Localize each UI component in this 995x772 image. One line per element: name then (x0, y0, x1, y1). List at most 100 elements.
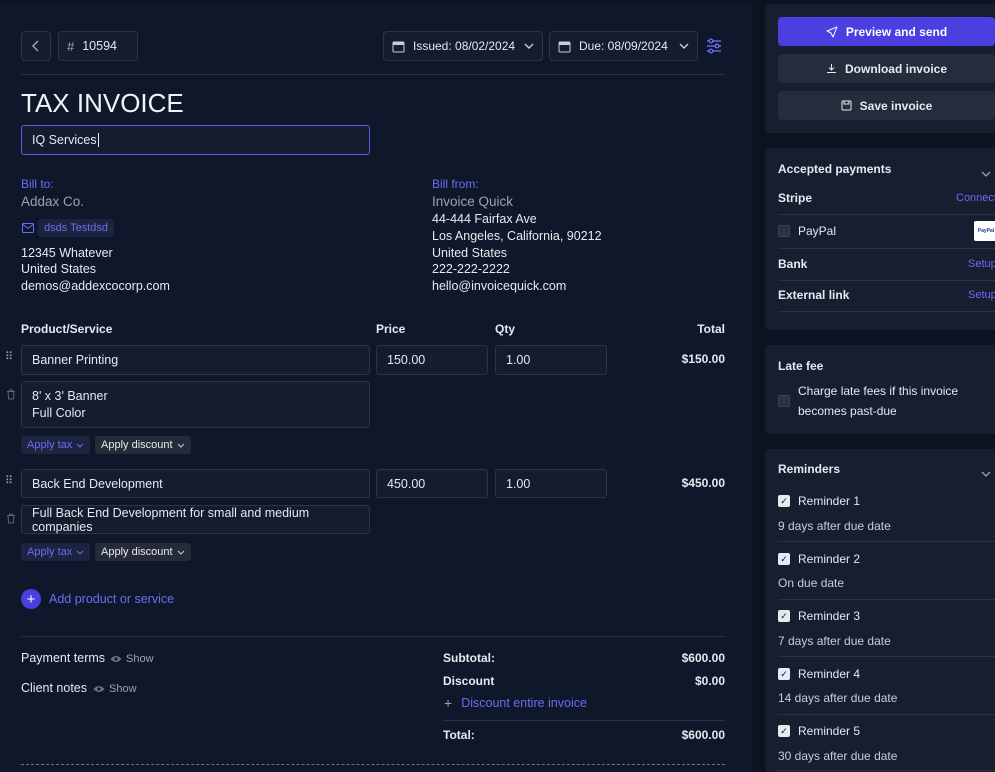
chevron-down-icon (76, 550, 84, 555)
item-total: $150.00 (681, 352, 725, 366)
item-qty-input[interactable]: 1.00 (495, 345, 607, 375)
reminder-when: 30 days after due date (778, 749, 898, 763)
hash-icon: # (67, 38, 75, 54)
bill-from-country: United States (432, 246, 508, 260)
client-notes-show-toggle[interactable]: Show (93, 683, 137, 695)
item-description-input[interactable]: 8' x 3' Banner Full Color (21, 381, 370, 428)
item-price-value: 150.00 (387, 353, 426, 367)
drag-handle-icon[interactable]: ⠿ (5, 474, 13, 487)
external-link-label: External link (778, 288, 850, 302)
col-qty: Qty (495, 322, 516, 336)
bill-to-name[interactable]: Addax Co. (21, 194, 84, 209)
late-fee-checkbox[interactable] (778, 395, 790, 407)
add-item-button[interactable]: + Add product or service (21, 589, 174, 609)
invoice-number: 10594 (82, 39, 117, 53)
payment-terms-show-toggle[interactable]: Show (110, 653, 154, 665)
calendar-icon (558, 41, 571, 52)
reminder-when: 9 days after due date (778, 519, 891, 533)
payments-divider (778, 214, 995, 215)
page-break-divider (21, 764, 725, 765)
add-item-label: Add product or service (49, 592, 175, 606)
bill-from-label: Bill from: (432, 177, 479, 191)
col-total: Total (697, 322, 725, 336)
discount-entire-invoice-link[interactable]: + Discount entire invoice (444, 696, 587, 710)
save-icon (841, 100, 852, 111)
external-setup-link[interactable]: Setup (968, 289, 995, 301)
bank-label: Bank (778, 257, 808, 271)
item-qty-value: 1.00 (506, 353, 531, 367)
issued-date-select[interactable]: Issued: 08/02/2024 (383, 31, 543, 61)
trash-icon[interactable] (6, 513, 16, 527)
item-qty-value: 1.00 (506, 476, 531, 491)
chevron-down-icon[interactable] (981, 166, 991, 180)
chevron-down-icon[interactable] (981, 466, 991, 480)
apply-tax-label: Apply tax (27, 546, 73, 558)
reminder-checkbox[interactable]: ✓ (778, 725, 790, 737)
payments-divider (778, 311, 995, 312)
preview-send-label: Preview and send (845, 24, 948, 39)
trash-icon[interactable] (6, 389, 16, 403)
item-price-input[interactable]: 150.00 (376, 345, 488, 375)
show-label: Show (126, 653, 154, 665)
settings-sliders-icon[interactable] (706, 38, 722, 57)
item-total: $450.00 (681, 476, 725, 490)
reminders-title[interactable]: Reminders (778, 462, 840, 476)
invoice-number-field[interactable]: # 10594 (58, 31, 138, 61)
plus-circle-icon: + (21, 589, 41, 609)
reminder-name: Reminder 5 (798, 724, 861, 738)
company-name-value: IQ Services (32, 133, 97, 147)
paypal-checkbox[interactable] (778, 225, 790, 237)
issued-date: Issued: 08/02/2024 (413, 39, 516, 53)
reminder-checkbox[interactable]: ✓ (778, 553, 790, 565)
apply-discount-button[interactable]: Apply discount (95, 436, 191, 454)
company-name-input[interactable]: IQ Services (21, 125, 370, 155)
reminder-checkbox[interactable]: ✓ (778, 495, 790, 507)
reminder-checkbox[interactable]: ✓ (778, 668, 790, 680)
reminder-divider (778, 714, 995, 715)
reminder-checkbox[interactable]: ✓ (778, 610, 790, 622)
footer-divider (21, 636, 725, 637)
chevron-down-icon (177, 443, 184, 448)
bill-from-address2: Los Angeles, California, 90212 (432, 229, 602, 243)
apply-discount-button[interactable]: Apply discount (95, 543, 191, 561)
total-value: $600.00 (681, 728, 725, 742)
apply-tax-button[interactable]: Apply tax (21, 436, 91, 454)
bank-setup-link[interactable]: Setup (968, 258, 995, 270)
download-invoice-button[interactable]: Download invoice (778, 54, 995, 83)
reminder-name: Reminder 4 (798, 667, 861, 681)
chevron-down-icon (177, 550, 184, 555)
eye-icon (110, 656, 122, 662)
apply-tax-label: Apply tax (27, 439, 73, 451)
item-price-input[interactable]: 450.00 (376, 469, 488, 498)
plus-icon: + (444, 695, 453, 711)
back-button[interactable] (21, 31, 51, 61)
item-description-line: 8' x 3' Banner (32, 388, 108, 403)
save-invoice-button[interactable]: Save invoice (778, 91, 995, 120)
item-price-value: 450.00 (387, 476, 426, 491)
paypal-logo: PayPal (974, 221, 995, 241)
preview-send-button[interactable]: Preview and send (778, 17, 995, 46)
item-name-input[interactable]: Back End Development (21, 469, 370, 498)
bill-to-country: United States (21, 262, 97, 276)
bill-from-name[interactable]: Invoice Quick (432, 194, 513, 209)
apply-tax-button[interactable]: Apply tax (21, 543, 91, 561)
late-fee-text-line: becomes past-due (798, 404, 897, 418)
invoice-title[interactable]: TAX INVOICE (21, 88, 184, 119)
payments-divider (778, 280, 995, 281)
due-date-select[interactable]: Due: 08/09/2024 (549, 31, 698, 61)
drag-handle-icon[interactable]: ⠿ (5, 350, 13, 363)
paypal-label: PayPal (798, 224, 837, 238)
bill-from-email: hello@invoicequick.com (432, 279, 567, 293)
item-qty-input[interactable]: 1.00 (495, 469, 607, 498)
item-description-input[interactable]: Full Back End Development for small and … (21, 505, 370, 534)
item-name-input[interactable]: Banner Printing (21, 345, 370, 375)
contact-chip[interactable]: dsds Testdsd (38, 219, 115, 237)
download-icon (826, 64, 836, 73)
client-notes-label: Client notes (21, 681, 88, 695)
stripe-connect-link[interactable]: Connect (956, 192, 995, 204)
payment-terms-label: Payment terms (21, 651, 106, 665)
calendar-icon (392, 41, 405, 52)
header-divider (21, 74, 725, 75)
reminder-divider (778, 656, 995, 657)
payments-title[interactable]: Accepted payments (778, 162, 891, 176)
